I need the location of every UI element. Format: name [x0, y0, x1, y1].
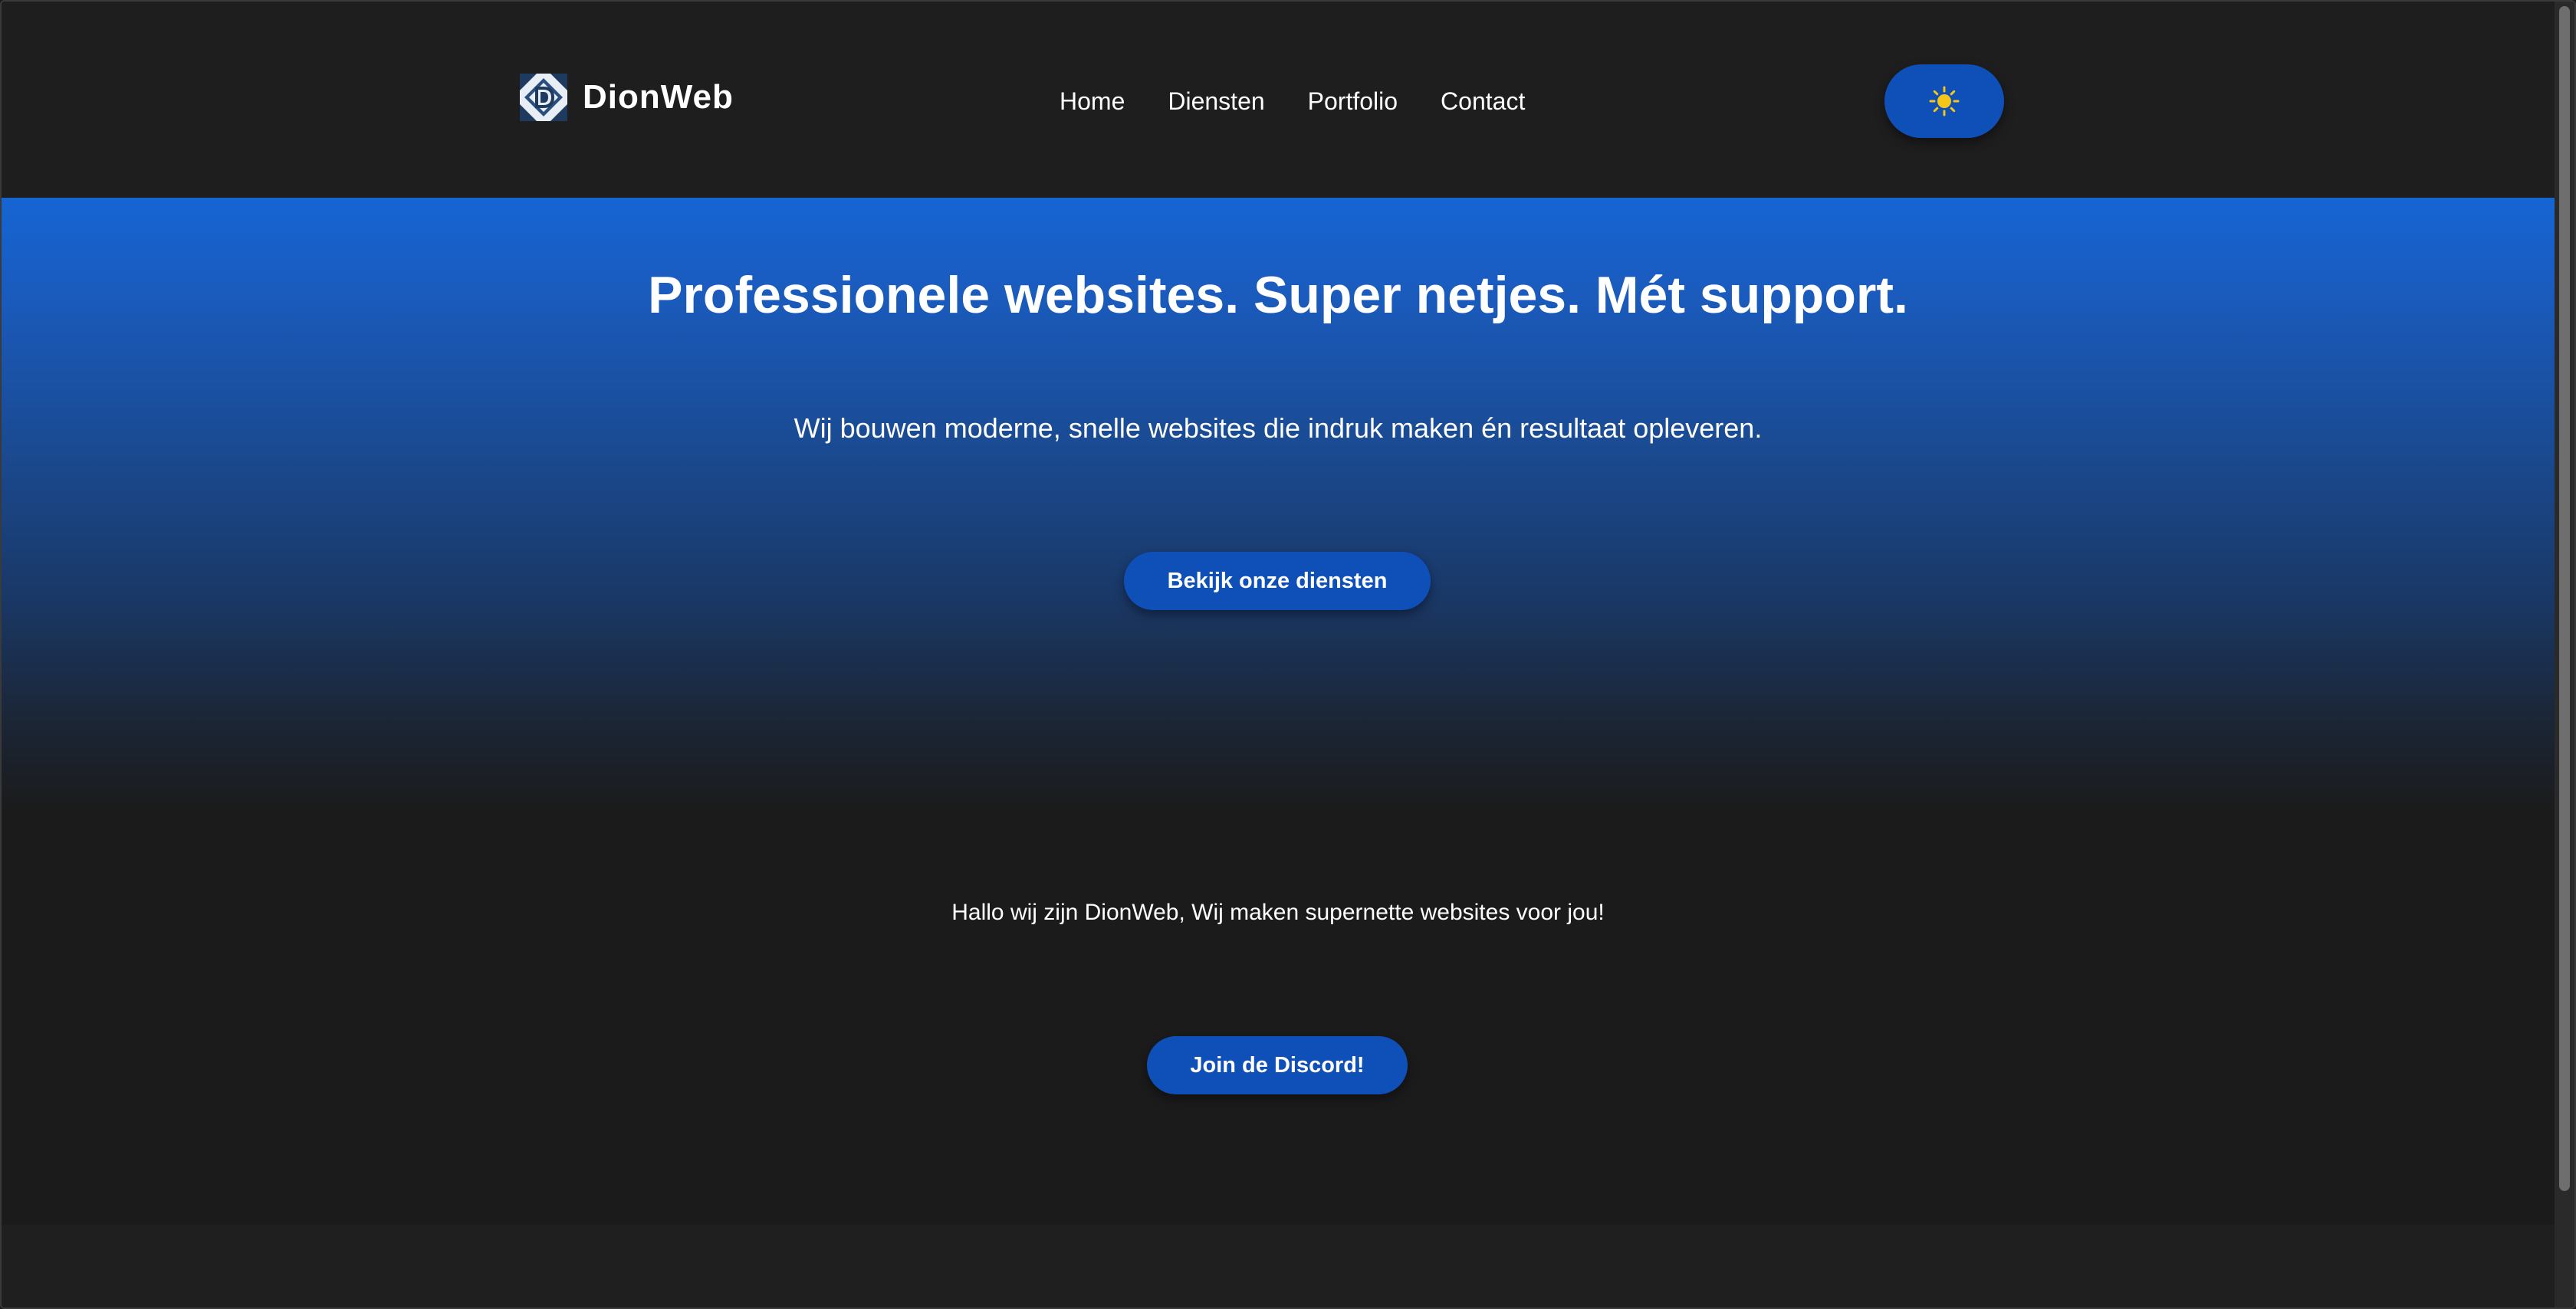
theme-toggle-button[interactable] [1884, 64, 2004, 138]
sun-icon [1929, 86, 1960, 116]
nav-link-diensten[interactable]: Diensten [1168, 81, 1264, 121]
page-viewport: DionWeb Home Diensten Portfolio Contact [2, 2, 2555, 1307]
main-nav: Home Diensten Portfolio Contact [1060, 81, 1525, 121]
scrollbar-thumb[interactable] [2559, 6, 2570, 1191]
brand-name: DionWeb [583, 78, 734, 116]
vertical-scrollbar[interactable] [2555, 2, 2574, 1307]
browser-window: DionWeb Home Diensten Portfolio Contact [0, 0, 2576, 1309]
view-services-button[interactable]: Bekijk onze diensten [1124, 552, 1431, 610]
brand-logo[interactable]: DionWeb [520, 74, 734, 121]
intro-text: Hallo wij zijn DionWeb, Wij maken supern… [951, 900, 1605, 925]
dionweb-logo-icon [520, 74, 567, 121]
hero-section: Professionele websites. Super netjes. Mé… [2, 198, 2555, 834]
nav-link-home[interactable]: Home [1060, 81, 1125, 121]
hero-title: Professionele websites. Super netjes. Mé… [648, 266, 1908, 324]
nav-link-contact[interactable]: Contact [1441, 81, 1525, 121]
nav-link-portfolio[interactable]: Portfolio [1308, 81, 1398, 121]
footer-strip [2, 1225, 2555, 1307]
hero-subtitle: Wij bouwen moderne, snelle websites die … [794, 412, 1763, 444]
site-header: DionWeb Home Diensten Portfolio Contact [2, 2, 2555, 198]
join-discord-button[interactable]: Join de Discord! [1147, 1036, 1408, 1094]
